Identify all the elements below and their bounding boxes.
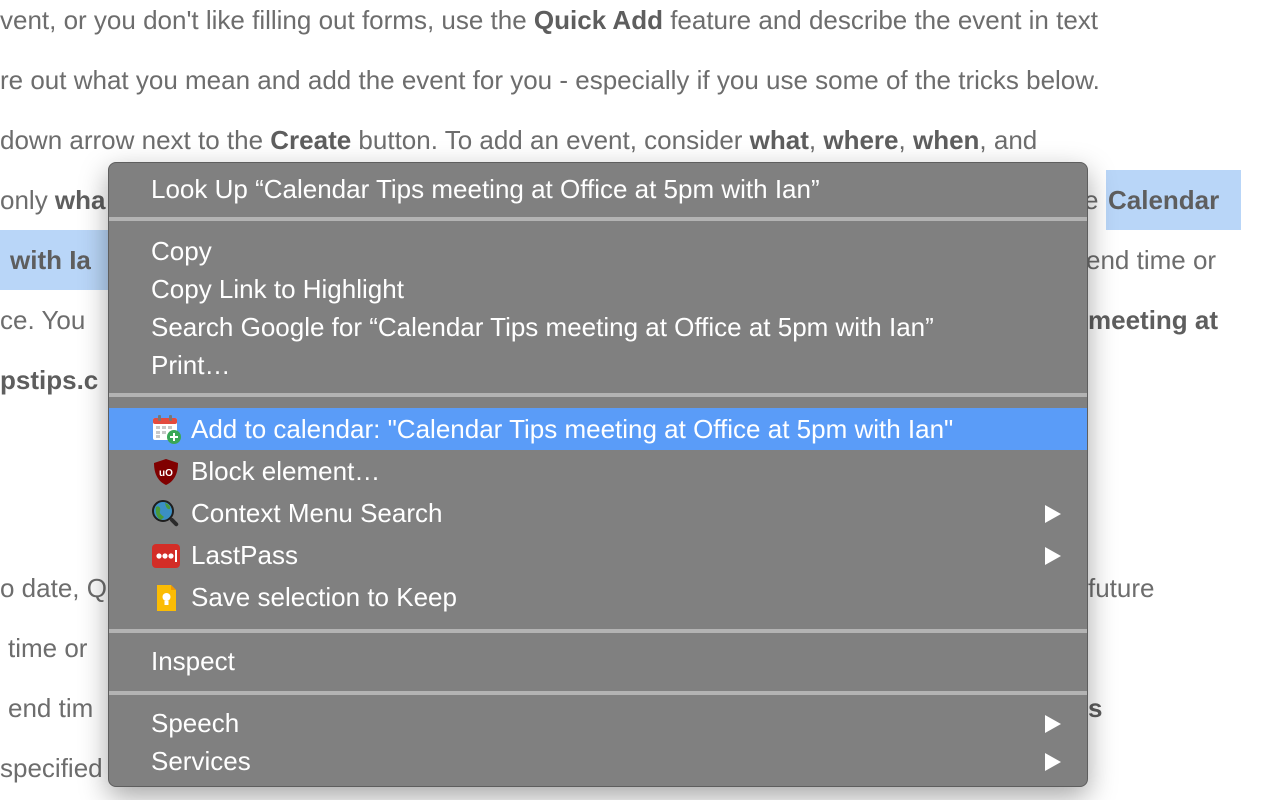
globe-magnifier-icon xyxy=(151,499,181,529)
svg-text:uO: uO xyxy=(159,468,173,479)
page-text-line-6-right: meeting at xyxy=(1088,305,1219,335)
menu-item-label: Block element… xyxy=(191,456,381,486)
menu-item-speech[interactable]: Speech xyxy=(109,704,1087,742)
page-text-line-8-right: future xyxy=(1088,573,1155,603)
submenu-arrow-icon xyxy=(1045,547,1061,565)
menu-separator xyxy=(109,691,1087,695)
page-text-line-3: down arrow next to the Create button. To… xyxy=(0,125,1038,155)
menu-item-label: Copy xyxy=(151,236,212,266)
menu-item-lastpass[interactable]: LastPass xyxy=(109,536,1087,574)
menu-item-copy-link-to-highlight[interactable]: Copy Link to Highlight xyxy=(109,270,1087,308)
google-keep-icon xyxy=(151,583,181,613)
menu-item-context-menu-search[interactable]: Context Menu Search xyxy=(109,494,1087,532)
menu-item-copy[interactable]: Copy xyxy=(109,232,1087,270)
menu-item-block-element[interactable]: uO Block element… xyxy=(109,452,1087,490)
calendar-plus-icon xyxy=(151,414,181,444)
menu-item-label: Save selection to Keep xyxy=(191,582,457,612)
context-menu: Look Up “Calendar Tips meeting at Office… xyxy=(108,162,1088,787)
submenu-arrow-icon xyxy=(1045,715,1061,733)
submenu-arrow-icon xyxy=(1045,753,1061,771)
menu-item-look-up[interactable]: Look Up “Calendar Tips meeting at Office… xyxy=(109,170,1087,208)
submenu-arrow-icon xyxy=(1045,505,1061,523)
menu-item-label: Print… xyxy=(151,350,231,380)
menu-item-label: Look Up “Calendar Tips meeting at Office… xyxy=(151,174,820,204)
menu-item-label: Context Menu Search xyxy=(191,498,443,528)
lastpass-icon xyxy=(151,541,181,571)
menu-item-add-to-calendar[interactable]: Add to calendar: "Calendar Tips meeting … xyxy=(109,408,1087,450)
menu-separator xyxy=(109,217,1087,221)
menu-item-save-to-keep[interactable]: Save selection to Keep xyxy=(109,578,1087,616)
page-text-line-9-left: time or xyxy=(8,633,88,663)
page-text-line-4-left: only wha xyxy=(0,185,106,215)
page-text-line-10-right: s xyxy=(1088,693,1103,723)
page-text-line-10-left: end tim xyxy=(8,693,94,723)
text-selection-right: Calendar xyxy=(1106,170,1241,230)
menu-separator xyxy=(109,629,1087,633)
menu-item-label: Search Google for “Calendar Tips meeting… xyxy=(151,312,934,342)
menu-separator xyxy=(109,393,1087,397)
menu-item-label: Copy Link to Highlight xyxy=(151,274,404,304)
menu-item-inspect[interactable]: Inspect xyxy=(109,642,1087,680)
menu-item-search-google[interactable]: Search Google for “Calendar Tips meeting… xyxy=(109,308,1087,346)
menu-item-services[interactable]: Services xyxy=(109,742,1087,780)
menu-item-label: Services xyxy=(151,746,251,776)
page-text-line-8-left: o date, Q xyxy=(0,573,107,603)
menu-item-label: LastPass xyxy=(191,540,298,570)
page-text-line-7-left: pstips.c xyxy=(0,365,99,395)
text-selection-left: with Ia xyxy=(0,230,110,290)
menu-item-label: Inspect xyxy=(151,646,235,676)
menu-item-print[interactable]: Print… xyxy=(109,346,1087,384)
ublock-shield-icon: uO xyxy=(151,457,181,487)
page-text-line-5-right: end time or xyxy=(1086,245,1217,275)
menu-item-label: Add to calendar: "Calendar Tips meeting … xyxy=(191,414,954,444)
page-text-line-6-left: ce. You xyxy=(0,305,86,335)
menu-item-label: Speech xyxy=(151,708,240,738)
page-text-line-11-left: specified xyxy=(0,753,103,783)
page-text-line-1: vent, or you don't like filling out form… xyxy=(0,5,1099,35)
page-text-line-2: re out what you mean and add the event f… xyxy=(0,65,1100,95)
